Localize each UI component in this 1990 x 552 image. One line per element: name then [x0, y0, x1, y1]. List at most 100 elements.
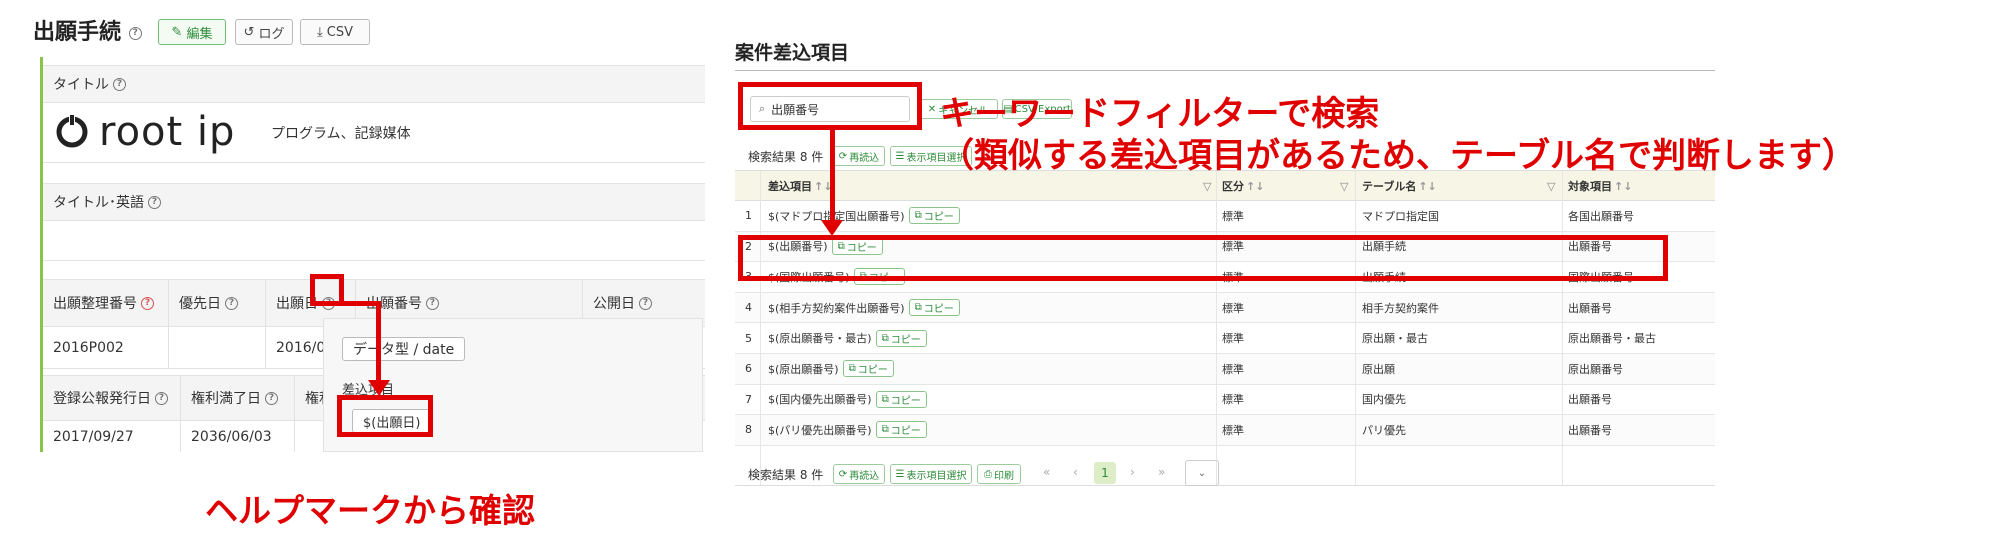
log-button[interactable]: ↺ ログ — [235, 19, 293, 45]
row-number: 5 — [745, 331, 752, 345]
reload-button-bottom[interactable]: ⟳ 再読込 — [833, 464, 885, 484]
copy-icon: ⧉ — [881, 332, 889, 344]
copy-button[interactable]: ⧉ コピー — [875, 390, 927, 408]
table-row[interactable]: 4 $(相手方契約案件出願番号) ⧉ コピー 標準 相手方契約案件 出願番号 — [735, 292, 1715, 324]
pager-next[interactable]: › — [1130, 465, 1135, 479]
pager-first[interactable]: « — [1043, 465, 1050, 479]
right-panel-title: 案件差込項目 — [735, 42, 850, 64]
annotation-box-search — [738, 82, 922, 130]
table-row[interactable]: 8 $(パリ優先出願番号) ⧉ コピー 標準 パリ優先 出願番号 — [735, 415, 1715, 446]
kubun-cell: 標準 — [1222, 393, 1244, 407]
merge-field-cell: $(マドプロ指定国出願番号) ⧉ コピー — [768, 201, 960, 231]
kubun-cell: 標準 — [1222, 332, 1244, 346]
header-item[interactable]: 差込項目 ↑↓ — [768, 171, 832, 201]
table-row[interactable]: 6 $(原出願番号) ⧉ コピー 標準 原出願 原出願番号 — [735, 354, 1715, 385]
target-cell: 出願番号 — [1568, 393, 1612, 407]
help-icon[interactable]: ? — [225, 296, 238, 310]
divider — [735, 70, 1715, 71]
refresh-icon: ⟳ — [838, 150, 848, 162]
column-koho: 登録公報発行日? — [43, 376, 181, 420]
row-number: 8 — [745, 423, 752, 437]
target-cell: 原出願番号 — [1568, 362, 1623, 376]
copy-icon: ⧉ — [914, 302, 922, 314]
target-cell: 原出願番号・最古 — [1568, 332, 1656, 346]
annotation-arrow-icon — [821, 220, 843, 236]
list-icon: ☰ — [895, 468, 905, 480]
table-name-cell: 原出願・最古 — [1362, 332, 1428, 346]
help-icon[interactable]: ? — [426, 296, 439, 310]
table-name-cell: 国内優先 — [1362, 393, 1406, 407]
merge-field-table: 差込項目 ↑↓ ▽ 区分 ↑↓ ▽ テーブル名 ↑↓ ▽ 対象項目 ↑↓ 1 $(マドプロ… — [735, 170, 1715, 486]
table-name-cell: 相手方契約案件 — [1362, 301, 1439, 315]
download-icon: ⤓ — [317, 24, 323, 40]
annotation-box-row — [738, 235, 1668, 281]
page-size-select[interactable]: ⌄ — [1185, 460, 1219, 486]
target-cell: 出願番号 — [1568, 423, 1612, 437]
column-manryo: 権利満了日? — [181, 376, 295, 420]
table-row[interactable]: 7 $(国内優先出願番号) ⧉ コピー 標準 国内優先 出願番号 — [735, 384, 1715, 416]
print-button[interactable]: ⎙ 印刷 — [977, 464, 1021, 484]
page-title-text: 出願手続 — [33, 20, 122, 45]
shutsugan-bi-value: 2016/0 — [276, 339, 326, 356]
csv-button[interactable]: ⤓ CSV — [300, 19, 370, 45]
chevron-down-icon: ⌄ — [1197, 467, 1207, 479]
annotation-line — [330, 301, 380, 306]
sort-icon: ↑↓ — [1246, 179, 1265, 193]
reload-button[interactable]: ⟳ 再読込 — [833, 146, 885, 166]
copy-button[interactable]: ⧉ コピー — [842, 360, 894, 378]
refresh-icon: ⟳ — [838, 468, 848, 480]
pager-current-page[interactable]: 1 — [1094, 462, 1116, 484]
copy-icon: ⧉ — [914, 210, 922, 222]
help-icon[interactable]: ? — [128, 26, 142, 40]
annotation-help-mark-text: ヘルプマークから確認 — [205, 491, 535, 530]
table-row[interactable]: 1 $(マドプロ指定国出願番号) ⧉ コピー 標準 マドプロ指定国 各国出願番号 — [735, 201, 1715, 232]
copy-button[interactable]: ⧉ コピー — [908, 207, 960, 225]
edit-button[interactable]: ✎ 編集 — [158, 19, 226, 45]
merge-field-cell: $(相手方契約案件出願番号) ⧉ コピー — [768, 293, 960, 323]
row-number: 7 — [745, 392, 752, 406]
help-icon[interactable]: ? — [148, 195, 161, 209]
close-icon: ✕ — [927, 103, 937, 115]
annotation-keyword-sub-text: （類似する差込項目があるため、テーブル名で判断します） — [940, 136, 1856, 176]
target-cell: 各国出願番号 — [1568, 209, 1634, 223]
kubun-cell: 標準 — [1222, 301, 1244, 315]
kubun-cell: 標準 — [1222, 362, 1244, 376]
pager-last[interactable]: » — [1158, 465, 1165, 479]
row-number: 6 — [745, 362, 752, 376]
table-row[interactable]: 5 $(原出願番号・最古) ⧉ コピー 標準 原出願・最古 原出願番号・最古 — [735, 323, 1715, 354]
kubun-cell: 標準 — [1222, 209, 1244, 223]
help-icon[interactable]: ? — [141, 296, 154, 310]
history-icon: ↺ — [243, 24, 255, 40]
annotation-arrow-icon — [368, 380, 390, 396]
merge-field-cell: $(原出願番号・最古) ⧉ コピー — [768, 323, 927, 353]
help-icon[interactable]: ? — [155, 391, 168, 405]
pager-prev[interactable]: ‹ — [1073, 465, 1078, 479]
result-count: 検索結果 8 件 — [748, 150, 824, 164]
koho-value: 2017/09/27 — [43, 421, 181, 452]
datatype-badge: データ型 / date — [342, 337, 466, 361]
manryo-value: 2036/06/03 — [181, 421, 295, 452]
column-select-button-bottom[interactable]: ☰ 表示項目選択 — [890, 464, 972, 484]
row-number: 4 — [745, 301, 752, 315]
copy-button[interactable]: ⧉ コピー — [875, 421, 927, 439]
target-cell: 出願番号 — [1568, 301, 1612, 315]
merge-field-cell: $(国内優先出願番号) ⧉ コピー — [768, 385, 927, 415]
result-count-bottom: 検索結果 8 件 — [748, 468, 824, 482]
copy-icon: ⧉ — [881, 424, 889, 436]
help-icon[interactable]: ? — [113, 77, 126, 91]
edit-icon: ✎ — [171, 24, 183, 40]
help-icon[interactable]: ? — [265, 391, 278, 405]
copy-button[interactable]: ⧉ コピー — [875, 329, 927, 347]
title-en-label-row: タイトル･英語? — [43, 183, 705, 221]
copy-button[interactable]: ⧉ コピー — [908, 299, 960, 317]
column-yusen: 優先日? — [169, 280, 266, 326]
annotation-line — [376, 301, 381, 387]
title-label-row: タイトル? — [43, 65, 705, 103]
print-icon: ⎙ — [984, 468, 992, 480]
row-number: 1 — [745, 209, 752, 223]
help-icon[interactable]: ? — [639, 296, 652, 310]
copy-icon: ⧉ — [848, 363, 856, 375]
title-value: プログラム、記録媒体 — [271, 126, 411, 142]
yusen-value — [169, 327, 266, 368]
merge-field-cell: $(原出願番号) ⧉ コピー — [768, 354, 894, 384]
